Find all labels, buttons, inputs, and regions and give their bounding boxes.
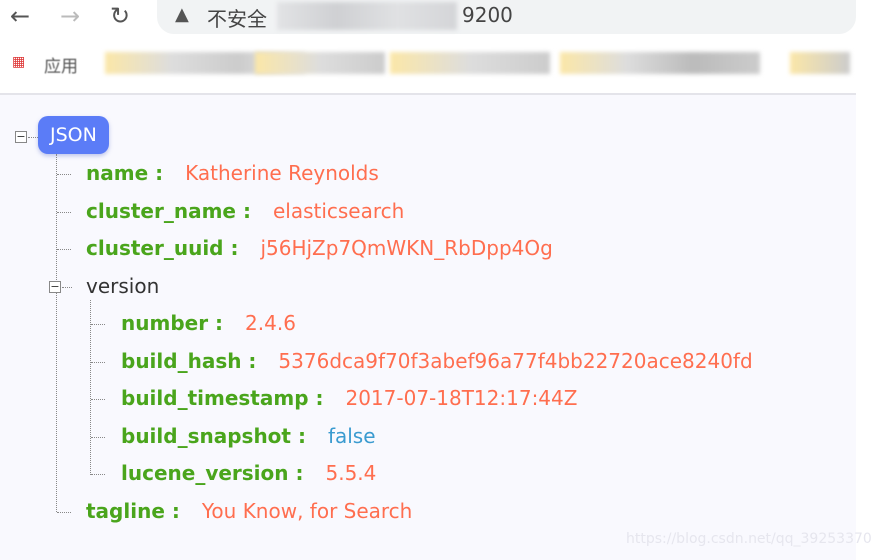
- tree-line: [91, 362, 105, 363]
- key: tagline :: [86, 499, 180, 523]
- key: build_timestamp :: [121, 386, 324, 410]
- tree-line: [56, 154, 57, 512]
- tree-line: [90, 300, 91, 475]
- value: false: [327, 424, 376, 448]
- watermark: https://blog.csdn.net/qq_39253370: [626, 531, 872, 547]
- value: elasticsearch: [272, 199, 405, 223]
- address-prefix: 不安全: [207, 7, 267, 31]
- tree-item-cluster-name[interactable]: cluster_name : elasticsearch: [86, 198, 404, 224]
- warning-icon: ▲: [175, 4, 189, 25]
- apps-icon[interactable]: ▦: [12, 54, 25, 70]
- blurred-bookmark[interactable]: [560, 52, 760, 74]
- tree-line: [28, 137, 38, 138]
- tree-line: [57, 174, 71, 175]
- tree-line: [62, 287, 72, 288]
- tree-item-cluster-uuid[interactable]: cluster_uuid : j56HjZp7QmWKN_RbDpp4Og: [86, 235, 553, 261]
- tree-line: [57, 249, 71, 250]
- browser-toolbar: ← → ↻ ▲ 不安全 9200: [0, 0, 856, 40]
- value: 2017-07-18T12:17:44Z: [345, 386, 578, 410]
- key: cluster_name :: [86, 199, 251, 223]
- value: You Know, for Search: [201, 499, 413, 523]
- tree-line: [57, 212, 71, 213]
- json-root-node[interactable]: JSON: [38, 116, 109, 154]
- tree-node-version[interactable]: version: [86, 273, 159, 299]
- tree-item-lucene-version[interactable]: lucene_version : 5.5.4: [121, 460, 376, 486]
- collapse-version-toggle[interactable]: −: [49, 281, 61, 293]
- blurred-bookmark[interactable]: [390, 52, 550, 74]
- tree-line: [57, 512, 71, 513]
- value: 5376dca9f70f3abef96a77f4bb22720ace8240fd: [278, 349, 753, 373]
- tree-item-build-hash[interactable]: build_hash : 5376dca9f70f3abef96a77f4bb22…: [121, 348, 753, 374]
- value: 5.5.4: [325, 461, 377, 485]
- value: Katherine Reynolds: [185, 161, 379, 185]
- value: j56HjZp7QmWKN_RbDpp4Og: [260, 236, 553, 260]
- key: number :: [121, 311, 224, 335]
- tree-line: [91, 474, 105, 475]
- tree-line: [91, 437, 105, 438]
- address-bar[interactable]: ▲ 不安全 9200: [157, 0, 856, 34]
- value: 2.4.6: [245, 311, 296, 335]
- key: name :: [86, 161, 164, 185]
- blurred-address: [277, 2, 457, 30]
- bookmarks-bar: ▦ 应用: [0, 42, 856, 90]
- tree-item-build-timestamp[interactable]: build_timestamp : 2017-07-18T12:17:44Z: [121, 385, 577, 411]
- key: lucene_version :: [121, 461, 304, 485]
- reload-button[interactable]: ↻: [110, 2, 130, 30]
- key: build_snapshot :: [121, 424, 306, 448]
- blurred-bookmark[interactable]: [790, 52, 850, 74]
- tree-item-number[interactable]: number : 2.4.6: [121, 310, 296, 336]
- tree-line: [91, 324, 105, 325]
- tree-item-build-snapshot[interactable]: build_snapshot : false: [121, 423, 376, 449]
- key: cluster_uuid :: [86, 236, 239, 260]
- back-button[interactable]: ←: [10, 2, 30, 30]
- tree-line: [91, 399, 105, 400]
- address-suffix: 9200: [462, 3, 513, 27]
- forward-button[interactable]: →: [60, 2, 80, 30]
- blurred-bookmark[interactable]: [255, 52, 385, 74]
- tree-item-name[interactable]: name : Katherine Reynolds: [86, 160, 379, 186]
- collapse-root-toggle[interactable]: −: [15, 131, 27, 143]
- key: build_hash :: [121, 349, 257, 373]
- tree-item-tagline[interactable]: tagline : You Know, for Search: [86, 498, 412, 524]
- bookmark-apps[interactable]: 应用: [44, 52, 78, 77]
